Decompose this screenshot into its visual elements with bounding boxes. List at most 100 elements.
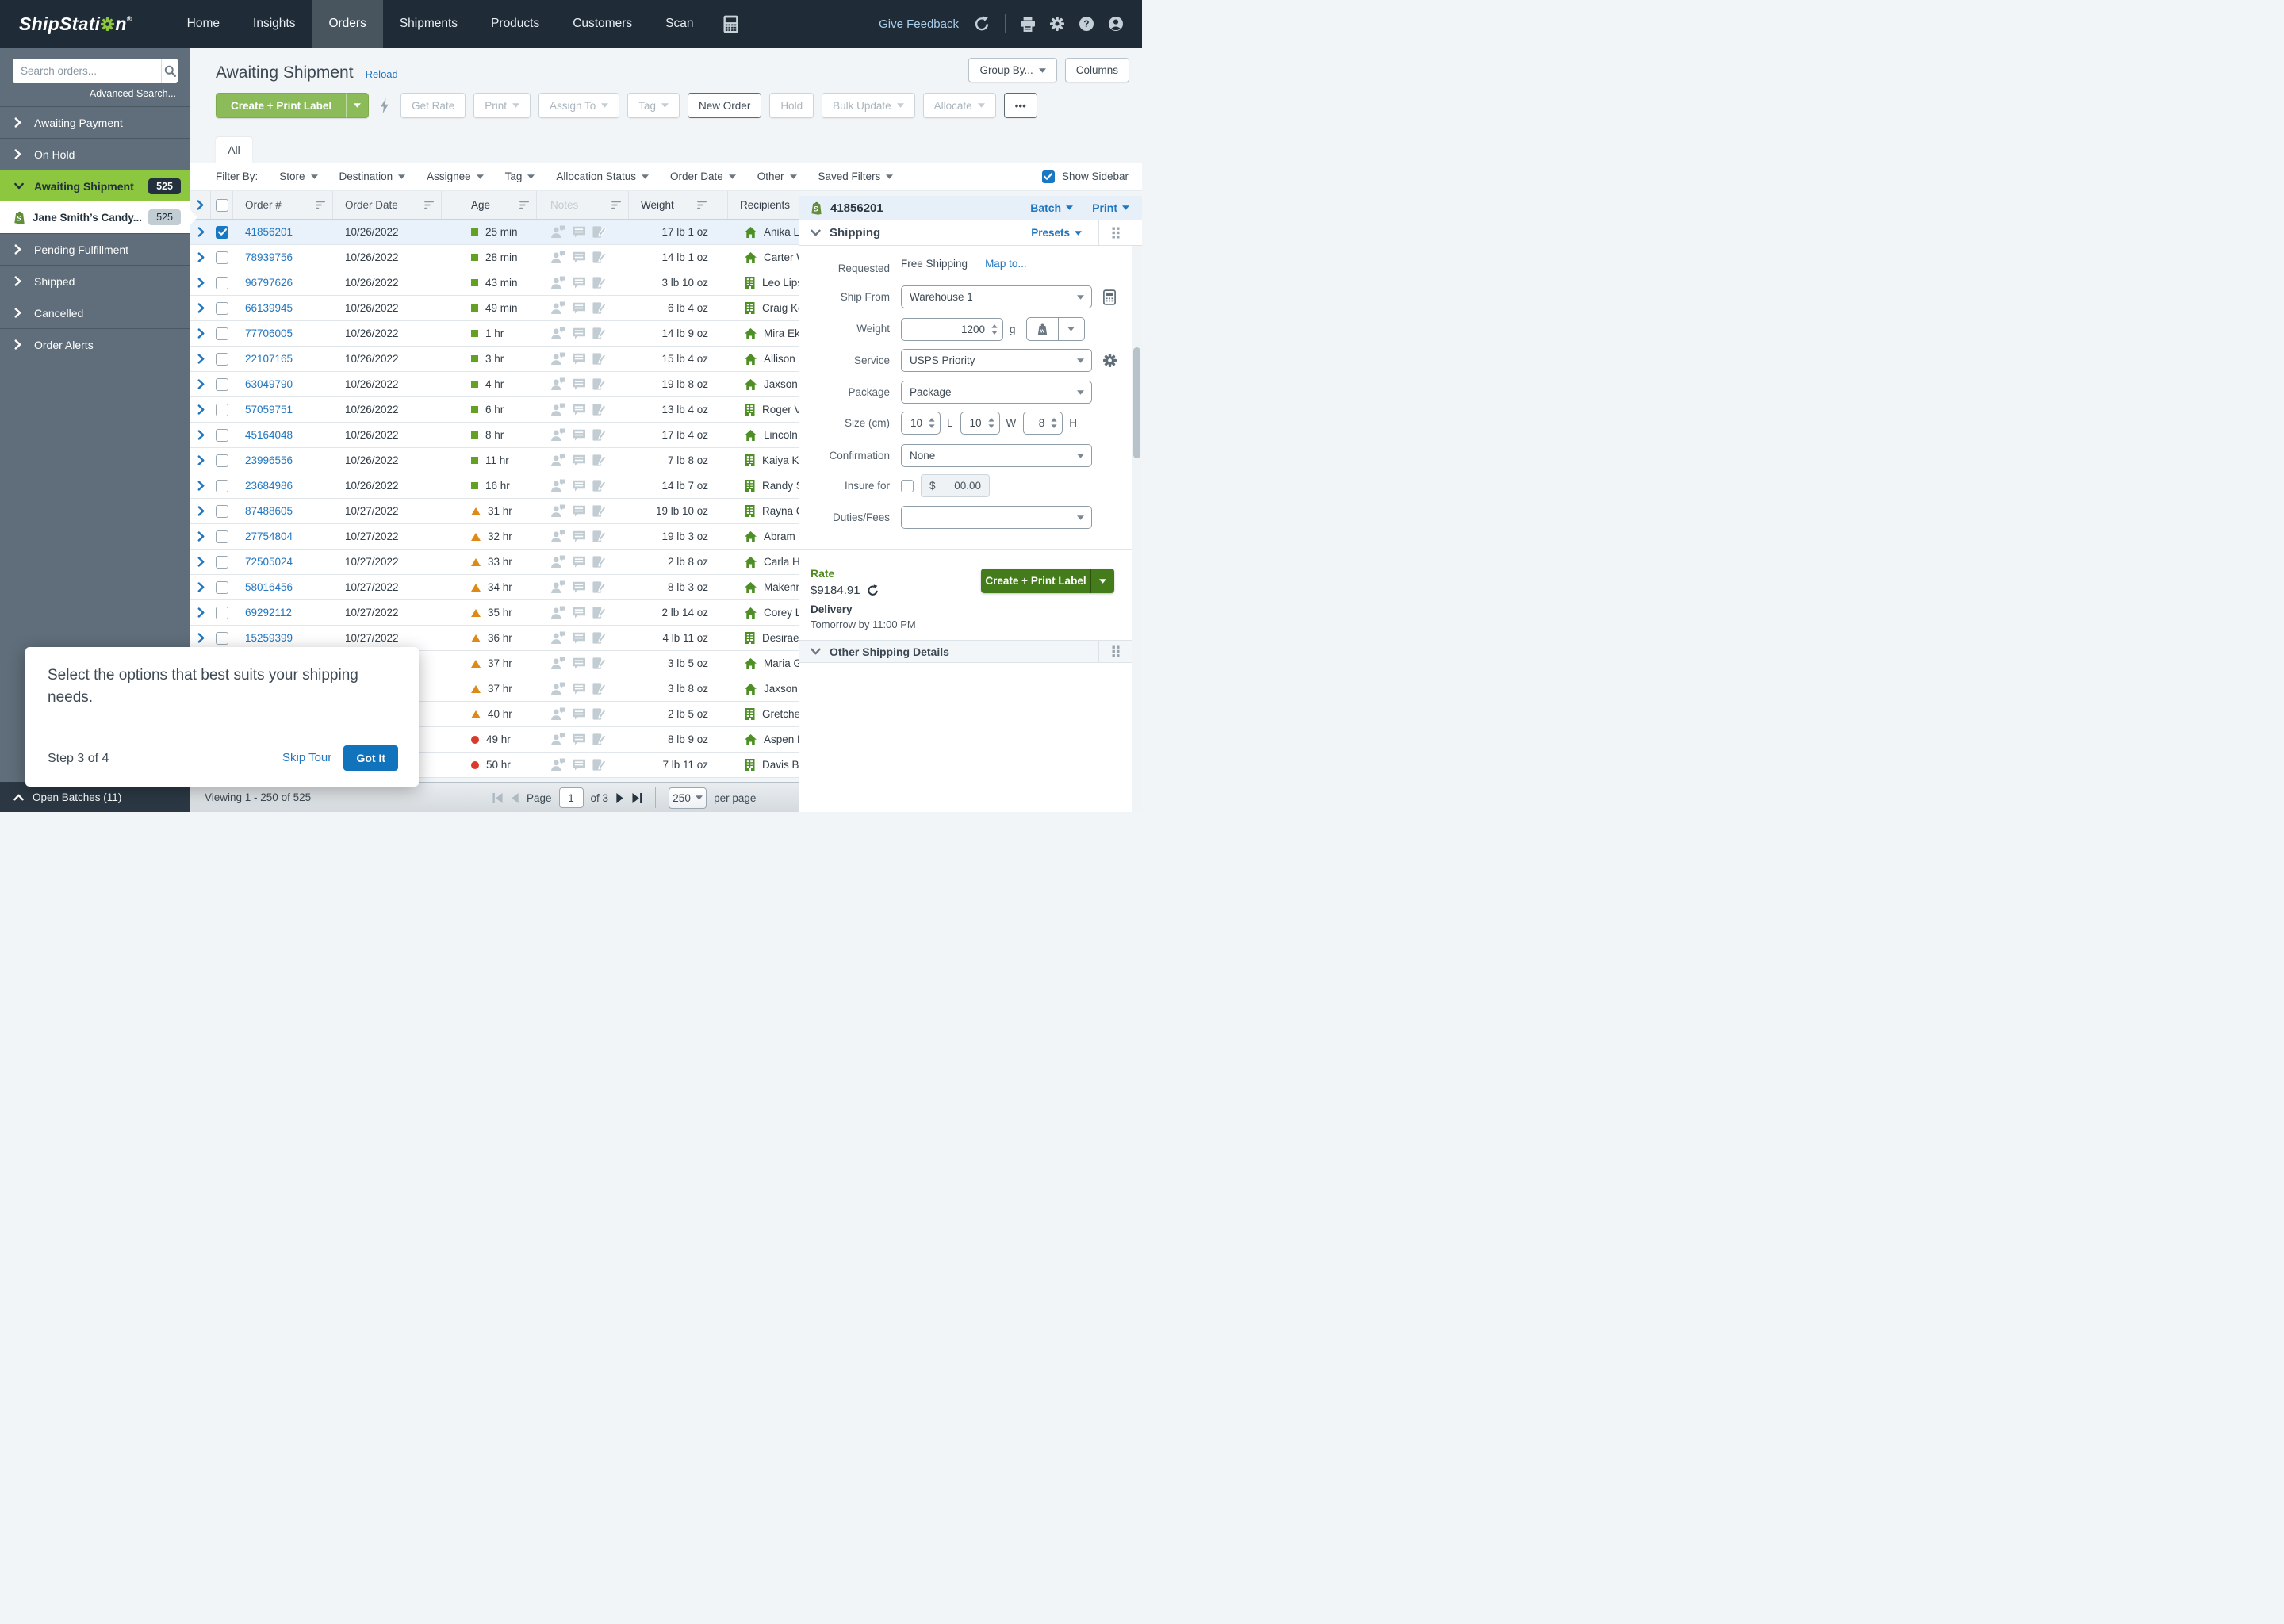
- chevron-down-icon[interactable]: [811, 229, 821, 236]
- order-row[interactable]: 5801645610/27/202234 hr8 lb 3 ozMakenna: [190, 575, 800, 600]
- weight-options-caret[interactable]: [1058, 318, 1084, 340]
- sidebar-item-order-alerts[interactable]: Order Alerts: [0, 328, 190, 360]
- order-row[interactable]: 2368498610/26/202216 hr14 lb 7 ozRandy S…: [190, 473, 800, 499]
- order-row[interactable]: 5705975110/26/20226 hr13 lb 4 ozRoger Va: [190, 397, 800, 423]
- sidebar-item-cancelled[interactable]: Cancelled: [0, 297, 190, 328]
- buyer-note-icon[interactable]: [550, 377, 565, 391]
- internal-note-icon[interactable]: [592, 555, 606, 569]
- filter-allocation-status[interactable]: Allocation Status: [556, 170, 649, 182]
- internal-note-icon[interactable]: [592, 301, 606, 315]
- reload-link[interactable]: Reload: [366, 68, 398, 80]
- expand-row-icon[interactable]: [190, 423, 211, 447]
- scrollbar-thumb[interactable]: [1133, 347, 1140, 458]
- order-row[interactable]: 2399655610/26/202211 hr7 lb 8 ozKaiya Ke: [190, 448, 800, 473]
- calculator-nav-icon[interactable]: [723, 15, 738, 33]
- buyer-note-icon[interactable]: [550, 580, 565, 594]
- buyer-note-icon[interactable]: [550, 504, 565, 518]
- rate-calculator-icon[interactable]: [1103, 289, 1116, 305]
- row-checkbox[interactable]: [216, 302, 228, 315]
- note-to-buyer-icon[interactable]: [572, 505, 586, 518]
- automation-bolt-icon[interactable]: [380, 98, 389, 113]
- expand-row-icon[interactable]: [190, 448, 211, 473]
- note-to-buyer-icon[interactable]: [572, 277, 586, 289]
- order-row[interactable]: 6304979010/26/20224 hr19 lb 8 ozJaxson A: [190, 372, 800, 397]
- expand-row-icon[interactable]: [190, 550, 211, 574]
- note-to-buyer-icon[interactable]: [572, 302, 586, 315]
- account-icon[interactable]: [1109, 17, 1123, 31]
- internal-note-icon[interactable]: [592, 707, 606, 721]
- expand-row-icon[interactable]: [190, 473, 211, 498]
- order-row[interactable]: 6929211210/27/202235 hr2 lb 14 ozCorey L…: [190, 600, 800, 626]
- buyer-note-icon[interactable]: [550, 327, 565, 340]
- buyer-note-icon[interactable]: [550, 251, 565, 264]
- create-print-caret[interactable]: [346, 93, 369, 118]
- note-to-buyer-icon[interactable]: [572, 607, 586, 619]
- get-rate-button[interactable]: Get Rate: [400, 93, 466, 118]
- note-to-buyer-icon[interactable]: [572, 530, 586, 543]
- prev-page-icon[interactable]: [510, 793, 519, 803]
- expand-row-icon[interactable]: [190, 600, 211, 625]
- service-settings-gear-icon[interactable]: [1103, 354, 1117, 367]
- filter-saved-filters[interactable]: Saved Filters: [818, 170, 894, 182]
- buyer-note-icon[interactable]: [550, 606, 565, 619]
- advanced-search-link[interactable]: Advanced Search...: [0, 86, 190, 106]
- search-icon[interactable]: [161, 59, 178, 83]
- internal-note-icon[interactable]: [592, 631, 606, 645]
- duties-fees-select[interactable]: [901, 506, 1092, 529]
- sidebar-item-pending-fulfillment[interactable]: Pending Fulfillment: [0, 233, 190, 265]
- nav-item-home[interactable]: Home: [171, 0, 236, 48]
- note-to-buyer-icon[interactable]: [572, 429, 586, 442]
- internal-note-icon[interactable]: [592, 758, 606, 772]
- scale-weight-icon[interactable]: w: [1027, 318, 1058, 340]
- buyer-note-icon[interactable]: [550, 657, 565, 670]
- first-page-icon[interactable]: [492, 793, 503, 803]
- buyer-note-icon[interactable]: [550, 403, 565, 416]
- row-checkbox[interactable]: [216, 607, 228, 619]
- expand-row-icon[interactable]: [190, 270, 211, 295]
- note-to-buyer-icon[interactable]: [572, 632, 586, 645]
- buyer-note-icon[interactable]: [550, 301, 565, 315]
- internal-note-icon[interactable]: [592, 733, 606, 746]
- order-number-link[interactable]: 23996556: [233, 454, 293, 466]
- other-shipping-details-section[interactable]: Other Shipping Details: [799, 640, 1132, 663]
- order-number-link[interactable]: 69292112: [233, 607, 292, 619]
- expand-row-icon[interactable]: [190, 524, 211, 549]
- order-number-link[interactable]: 63049790: [233, 378, 293, 390]
- internal-note-icon[interactable]: [592, 251, 606, 264]
- note-to-buyer-icon[interactable]: [572, 404, 586, 416]
- order-number-link[interactable]: 15259399: [233, 632, 293, 644]
- expand-row-icon[interactable]: [190, 245, 211, 270]
- column-header-age[interactable]: Age: [442, 191, 537, 219]
- buyer-note-icon[interactable]: [550, 454, 565, 467]
- expand-row-icon[interactable]: [190, 296, 211, 320]
- per-page-select[interactable]: 250: [669, 787, 707, 809]
- column-header-recipients[interactable]: Recipients: [728, 191, 800, 219]
- note-to-buyer-icon[interactable]: [572, 327, 586, 340]
- order-row[interactable]: 6613994510/26/202249 min6 lb 4 ozCraig K…: [190, 296, 800, 321]
- row-checkbox[interactable]: [216, 632, 228, 645]
- expand-row-icon[interactable]: [190, 575, 211, 599]
- internal-note-icon[interactable]: [592, 454, 606, 467]
- internal-note-icon[interactable]: [592, 479, 606, 492]
- refresh-icon[interactable]: [974, 16, 990, 32]
- row-checkbox[interactable]: [216, 429, 228, 442]
- buyer-note-icon[interactable]: [550, 352, 565, 366]
- filter-store[interactable]: Store: [279, 170, 317, 182]
- cta-caret[interactable]: [1090, 569, 1114, 593]
- got-it-button[interactable]: Got It: [343, 745, 398, 771]
- sidebar-item-on-hold[interactable]: On Hold: [0, 138, 190, 170]
- internal-note-icon[interactable]: [592, 276, 606, 289]
- row-checkbox[interactable]: [216, 530, 228, 543]
- filter-tag[interactable]: Tag: [505, 170, 535, 182]
- tag-button[interactable]: Tag: [627, 93, 680, 118]
- row-checkbox[interactable]: [216, 505, 228, 518]
- panel-scrollbar[interactable]: [1132, 246, 1142, 812]
- row-checkbox[interactable]: [216, 226, 228, 239]
- print-button[interactable]: Print: [473, 93, 531, 118]
- buyer-note-icon[interactable]: [550, 530, 565, 543]
- order-row[interactable]: 2210716510/26/20223 hr15 lb 4 ozAllison …: [190, 347, 800, 372]
- order-row[interactable]: 7250502410/27/202233 hr2 lb 8 ozCarla He: [190, 550, 800, 575]
- order-number-link[interactable]: 78939756: [233, 251, 293, 263]
- page-number-input[interactable]: [559, 787, 584, 808]
- order-number-link[interactable]: 22107165: [233, 353, 293, 365]
